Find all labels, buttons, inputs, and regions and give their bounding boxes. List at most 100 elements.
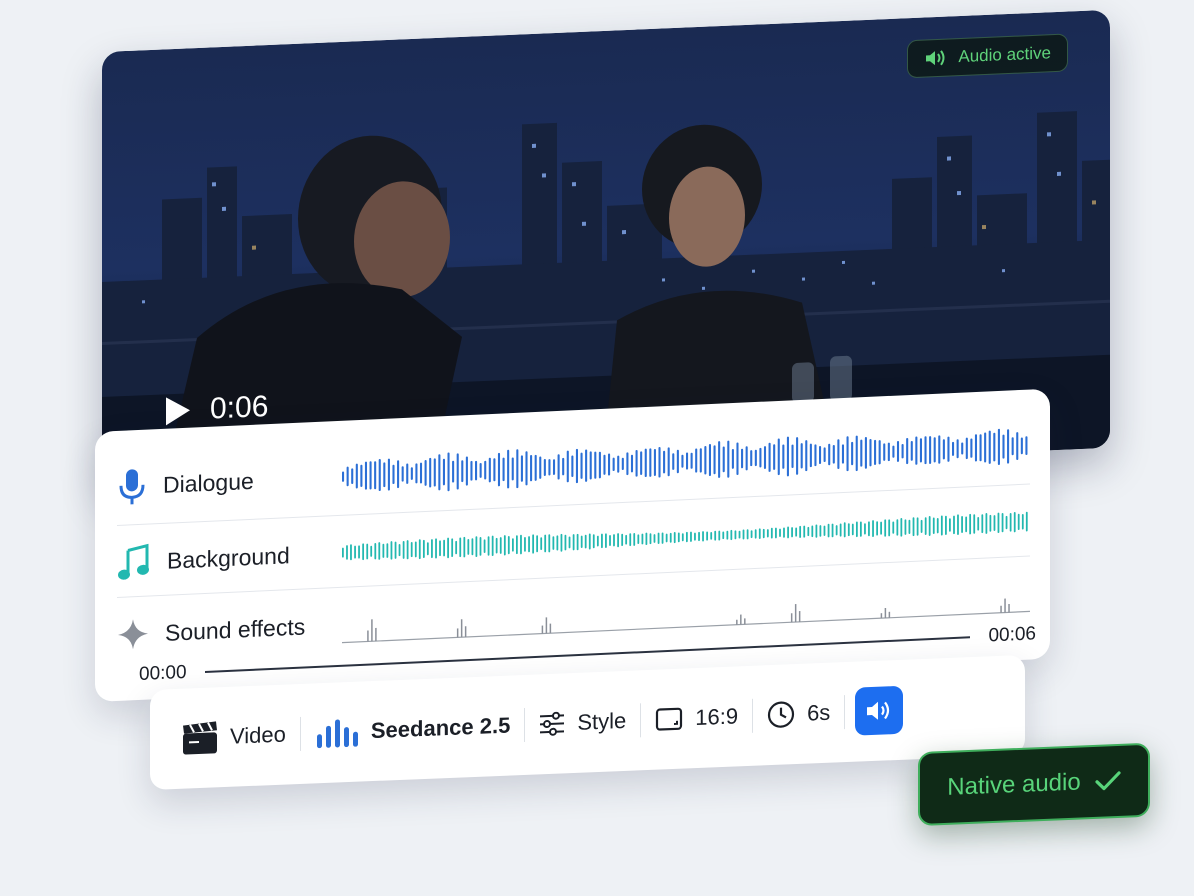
waveform-bar — [548, 459, 551, 476]
audio-toggle-button[interactable] — [855, 685, 904, 736]
waveform-bar — [864, 437, 867, 469]
waveform-bar — [809, 443, 812, 468]
waveform-bar — [520, 455, 523, 482]
waveform-bar — [562, 457, 565, 476]
waveform-bar — [677, 532, 680, 543]
waveform-bar — [635, 449, 638, 477]
waveform-bar — [775, 527, 777, 539]
waveform-bar — [484, 460, 487, 480]
waveform-bar — [695, 448, 698, 473]
waveform-bar — [649, 448, 652, 477]
waveform-bar — [605, 533, 607, 548]
duration-selector[interactable]: 6s — [753, 698, 844, 730]
waveform-bar — [511, 457, 514, 481]
waveform-bar — [839, 523, 842, 537]
waveform-bar — [860, 439, 863, 467]
waveform-bar — [594, 451, 597, 479]
waveform-bar — [649, 533, 652, 545]
waveform-bar — [429, 457, 432, 488]
waveform-bar — [947, 436, 950, 462]
waveform-bar — [699, 448, 702, 473]
waveform-bar — [869, 439, 872, 467]
waveform-bar — [1007, 429, 1010, 464]
waveform-bar — [974, 434, 978, 462]
waveform-bar — [630, 454, 634, 473]
waveform-bar — [350, 544, 352, 561]
waveform-bar — [560, 533, 563, 552]
waveform-bar — [1002, 434, 1005, 459]
waveform-bar — [431, 539, 433, 559]
waveform-bar — [710, 532, 713, 540]
waveform-bar — [576, 533, 579, 551]
waveform-bar — [418, 539, 421, 560]
waveform-bar — [847, 523, 850, 537]
waveform-bar — [568, 536, 571, 549]
waveform-bar — [795, 527, 798, 537]
waveform-bar — [463, 536, 466, 558]
waveform-bar — [383, 462, 386, 488]
waveform-bar — [351, 468, 354, 485]
waveform-bar — [342, 547, 344, 558]
waveform-bar — [536, 535, 539, 553]
waveform-bar — [973, 514, 976, 534]
toolbar-divider — [844, 695, 846, 730]
waveform-bar — [617, 455, 620, 473]
waveform-bar — [731, 448, 734, 469]
waveform-bar — [588, 533, 591, 550]
waveform-bar — [626, 452, 629, 476]
waveform-bar — [896, 519, 899, 536]
mode-selector[interactable]: Video — [168, 717, 300, 756]
native-audio-label: Native audio — [947, 768, 1081, 801]
waveform-bar — [633, 533, 636, 546]
play-icon[interactable] — [164, 394, 192, 427]
waveform-bar — [924, 436, 927, 465]
waveform-bar — [401, 466, 404, 482]
waveform-bar — [835, 525, 838, 536]
waveform-bar — [799, 525, 802, 538]
waveform-bar — [704, 446, 707, 475]
waveform-bar — [827, 523, 830, 538]
waveform-bar — [823, 447, 826, 463]
waveform-bar — [977, 517, 980, 531]
waveform-bar — [868, 521, 870, 537]
waveform-bar — [900, 518, 903, 537]
waveform-bar — [669, 532, 672, 543]
waveform-bar — [564, 534, 567, 551]
waveform-bar — [953, 515, 955, 535]
waveform-bar — [544, 534, 547, 553]
waveform-bar — [539, 456, 542, 479]
video-timestamp: 0:06 — [210, 390, 269, 426]
aspect-ratio-selector[interactable]: 16:9 — [641, 703, 752, 733]
waveform-bar — [461, 460, 464, 483]
waveform-bar — [823, 525, 826, 536]
waveform-bar — [1005, 515, 1008, 530]
waveform-bar — [763, 446, 767, 469]
waveform-bar — [791, 527, 793, 538]
waveform-bar — [532, 534, 535, 554]
waveform-bar — [499, 537, 502, 554]
waveform-bar — [787, 526, 789, 539]
aspect-ratio-label: 16:9 — [695, 703, 739, 731]
waveform-bar — [872, 520, 874, 538]
waveform-bar — [603, 454, 606, 475]
waveform-bar — [346, 466, 349, 487]
microphone-icon — [119, 469, 145, 505]
waveform-bar — [919, 438, 922, 463]
waveform-bar — [736, 442, 739, 475]
waveform-bar — [770, 527, 773, 539]
waveform-bar — [951, 441, 955, 456]
waveform-bar — [653, 449, 656, 476]
mode-label: Video — [230, 721, 286, 749]
waveform-bar — [390, 541, 393, 560]
waveform-bar — [479, 463, 482, 478]
waveform-bar — [908, 519, 911, 535]
waveform-bar — [876, 521, 879, 536]
waveform-bar — [878, 440, 881, 465]
speaker-icon — [926, 50, 945, 66]
waveform-bar — [783, 527, 785, 538]
waveform-bar — [362, 543, 365, 561]
model-selector[interactable]: Seedance 2.5 — [301, 710, 524, 749]
style-selector[interactable]: Style — [525, 707, 640, 738]
waveform-bar — [552, 536, 555, 550]
waveform-bar — [777, 438, 780, 476]
